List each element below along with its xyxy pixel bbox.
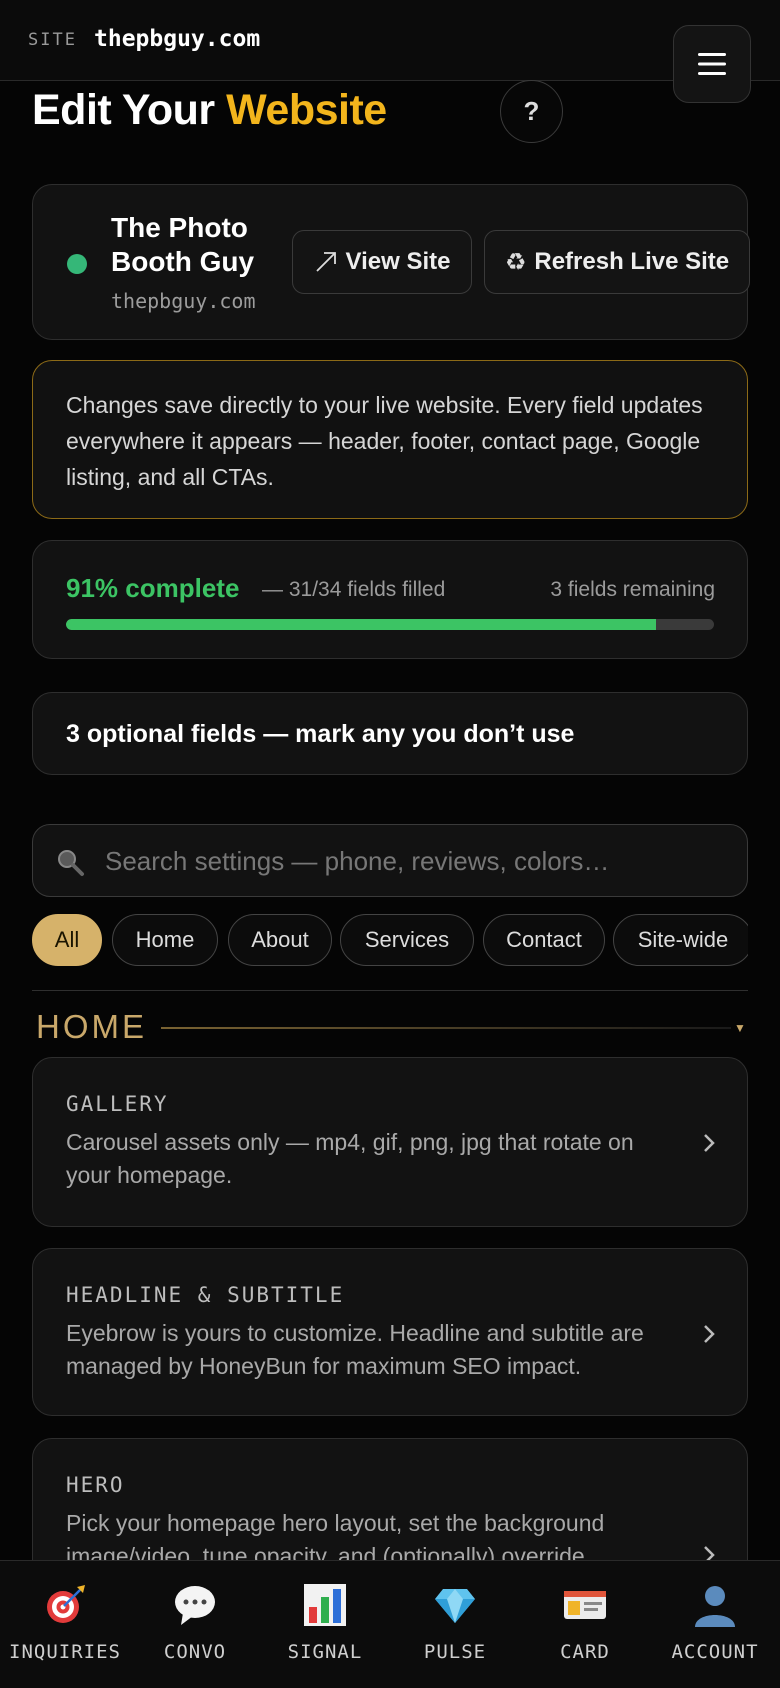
- fields-filled: — 31/34 fields filled: [262, 578, 446, 601]
- item-title: HERO: [66, 1473, 125, 1497]
- nav-label: ACCOUNT: [671, 1641, 759, 1663]
- nav-label: SIGNAL: [287, 1641, 363, 1663]
- filter-chip-services[interactable]: Services: [340, 914, 474, 966]
- search-input[interactable]: [105, 835, 627, 887]
- hamburger-icon: [698, 53, 726, 75]
- progress-bar-fill: [66, 619, 656, 630]
- settings-item-headline-subtitle[interactable]: HEADLINE & SUBTITLE Eyebrow is yours to …: [32, 1248, 748, 1416]
- site-card: The Photo Booth Guy thepbguy.com View Si…: [32, 184, 750, 340]
- nav-pulse[interactable]: PULSE: [390, 1561, 520, 1688]
- page-title-prefix: Edit Your: [32, 86, 227, 134]
- completion-progress: 91% complete — 31/34 fields filled 3 fie…: [32, 540, 748, 659]
- search-icon: [58, 850, 84, 876]
- optional-fields-toggle[interactable]: 3 optional fields — mark any you don’t u…: [32, 692, 748, 775]
- gem-icon: [435, 1589, 475, 1623]
- nav-signal[interactable]: SIGNAL: [260, 1561, 390, 1688]
- optional-fields-label: 3 optional fields — mark any you don’t u…: [66, 720, 575, 748]
- item-description: Eyebrow is yours to customize. Headline …: [66, 1320, 644, 1379]
- help-button[interactable]: ?: [500, 80, 563, 143]
- filter-chip-about[interactable]: About: [228, 914, 332, 966]
- site-card-domain: thepbguy.com: [111, 289, 256, 313]
- progress-bar: [66, 619, 714, 630]
- chevron-right-icon: [704, 1325, 715, 1343]
- arrow-up-right-icon: [315, 252, 336, 272]
- section-title-home: HOME: [36, 1008, 147, 1045]
- filter-chip-contact[interactable]: Contact: [483, 914, 605, 966]
- settings-item-gallery[interactable]: GALLERY Carousel assets only — mp4, gif,…: [32, 1057, 748, 1227]
- status-dot: [67, 254, 87, 274]
- view-site-label: View Site: [345, 248, 451, 275]
- item-title: HEADLINE & SUBTITLE: [66, 1283, 345, 1307]
- refresh-live-site-button[interactable]: ♻ Refresh Live Site: [484, 230, 750, 294]
- nav-label: INQUIRIES: [9, 1641, 121, 1663]
- nav-convo[interactable]: CONVO: [130, 1561, 260, 1688]
- nav-account[interactable]: ACCOUNT: [650, 1561, 780, 1688]
- refresh-live-site-label: Refresh Live Site: [534, 248, 730, 275]
- id-card-icon: [564, 1591, 606, 1619]
- filter-divider: [32, 990, 748, 991]
- page-title: Edit Your Website: [32, 86, 387, 135]
- save-notice-text: Changes save directly to your live websi…: [66, 392, 703, 490]
- filter-chip-all[interactable]: All: [32, 914, 102, 966]
- menu-button[interactable]: [673, 25, 751, 103]
- chat-icon: [175, 1586, 215, 1625]
- site-label: SITE: [28, 30, 77, 50]
- item-description: Carousel assets only — mp4, gif, png, jp…: [66, 1129, 634, 1188]
- caret-down-icon[interactable]: ▼: [734, 1021, 746, 1035]
- nav-label: CARD: [560, 1641, 610, 1663]
- bar-chart-icon: [304, 1584, 346, 1626]
- chevron-right-icon: [704, 1134, 715, 1152]
- filter-chip-home[interactable]: Home: [112, 914, 218, 966]
- user-icon: [695, 1586, 735, 1627]
- recycle-icon: ♻: [504, 248, 527, 276]
- nav-label: CONVO: [163, 1641, 227, 1663]
- top-bar: SITE thepbguy.com: [0, 0, 780, 81]
- section-rule: [161, 1027, 731, 1029]
- view-site-button[interactable]: View Site: [292, 230, 472, 294]
- completion-percent: 91% complete: [66, 573, 240, 603]
- filter-chips: All Home About Services Contact Site-wid…: [32, 914, 748, 966]
- site-domain: thepbguy.com: [94, 26, 261, 52]
- save-notice: Changes save directly to your live websi…: [32, 360, 748, 519]
- bottom-nav: INQUIRIES CONVO SIGNAL PULSE CARD ACCOUN…: [0, 1560, 780, 1688]
- nav-inquiries[interactable]: INQUIRIES: [0, 1561, 130, 1688]
- target-icon: [47, 1585, 85, 1623]
- fields-remaining: 3 fields remaining: [550, 578, 715, 601]
- item-title: GALLERY: [66, 1092, 169, 1116]
- page-title-accent: Website: [226, 86, 387, 134]
- search-box: [32, 824, 748, 897]
- filter-chip-site-wide[interactable]: Site-wide: [613, 914, 748, 966]
- nav-card[interactable]: CARD: [520, 1561, 650, 1688]
- nav-label: PULSE: [423, 1641, 487, 1663]
- site-name: The Photo Booth Guy: [111, 212, 255, 277]
